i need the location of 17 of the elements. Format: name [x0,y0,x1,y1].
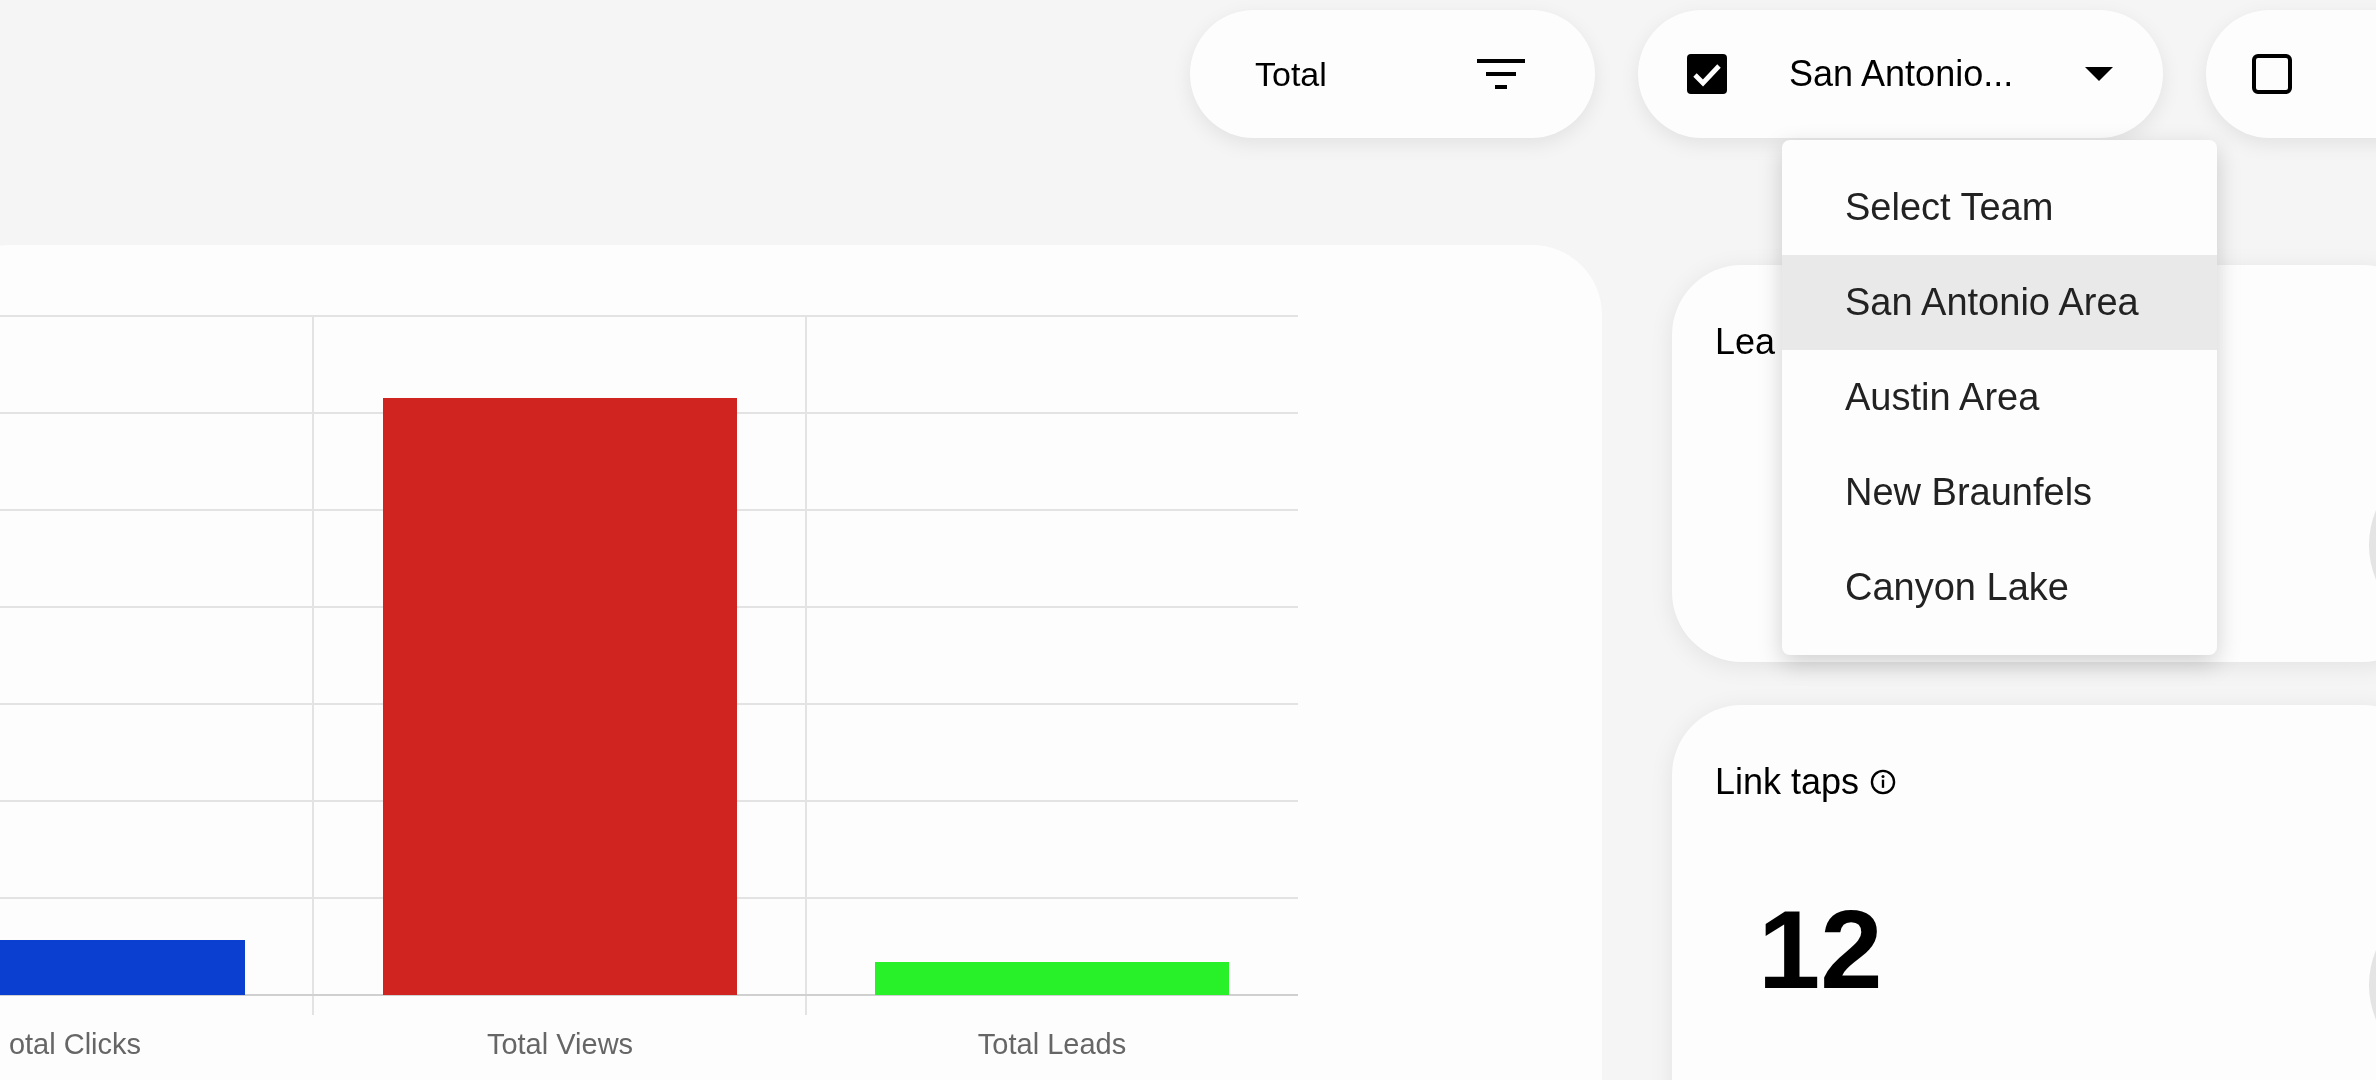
team-select-value[interactable]: San Antonio... [1789,47,2014,101]
axis-label: Total Views [486,1028,634,1060]
card-title: Link taps [1715,760,1860,804]
menu-item[interactable]: Austin Area [1782,350,2217,445]
menu-item[interactable]: Select Team [1782,160,2217,255]
stat-value: 12 [1758,894,1884,1006]
total-filter-button[interactable]: Total [1190,10,1595,138]
caret-icon[interactable] [2085,67,2113,81]
menu-item[interactable]: New Braunfels [1782,445,2217,540]
team-filter[interactable]: San Antonio... [1638,10,2163,138]
axis-label: otal Clicks [8,1028,142,1060]
axis-label: Total Leads [977,1028,1127,1060]
info-icon[interactable] [1869,768,1898,796]
menu-item[interactable]: Canyon Lake [1782,540,2217,635]
filter-icon [1477,56,1525,92]
card-title: Lea [1715,320,1776,364]
menu-item[interactable]: San Antonio Area [1782,255,2217,350]
